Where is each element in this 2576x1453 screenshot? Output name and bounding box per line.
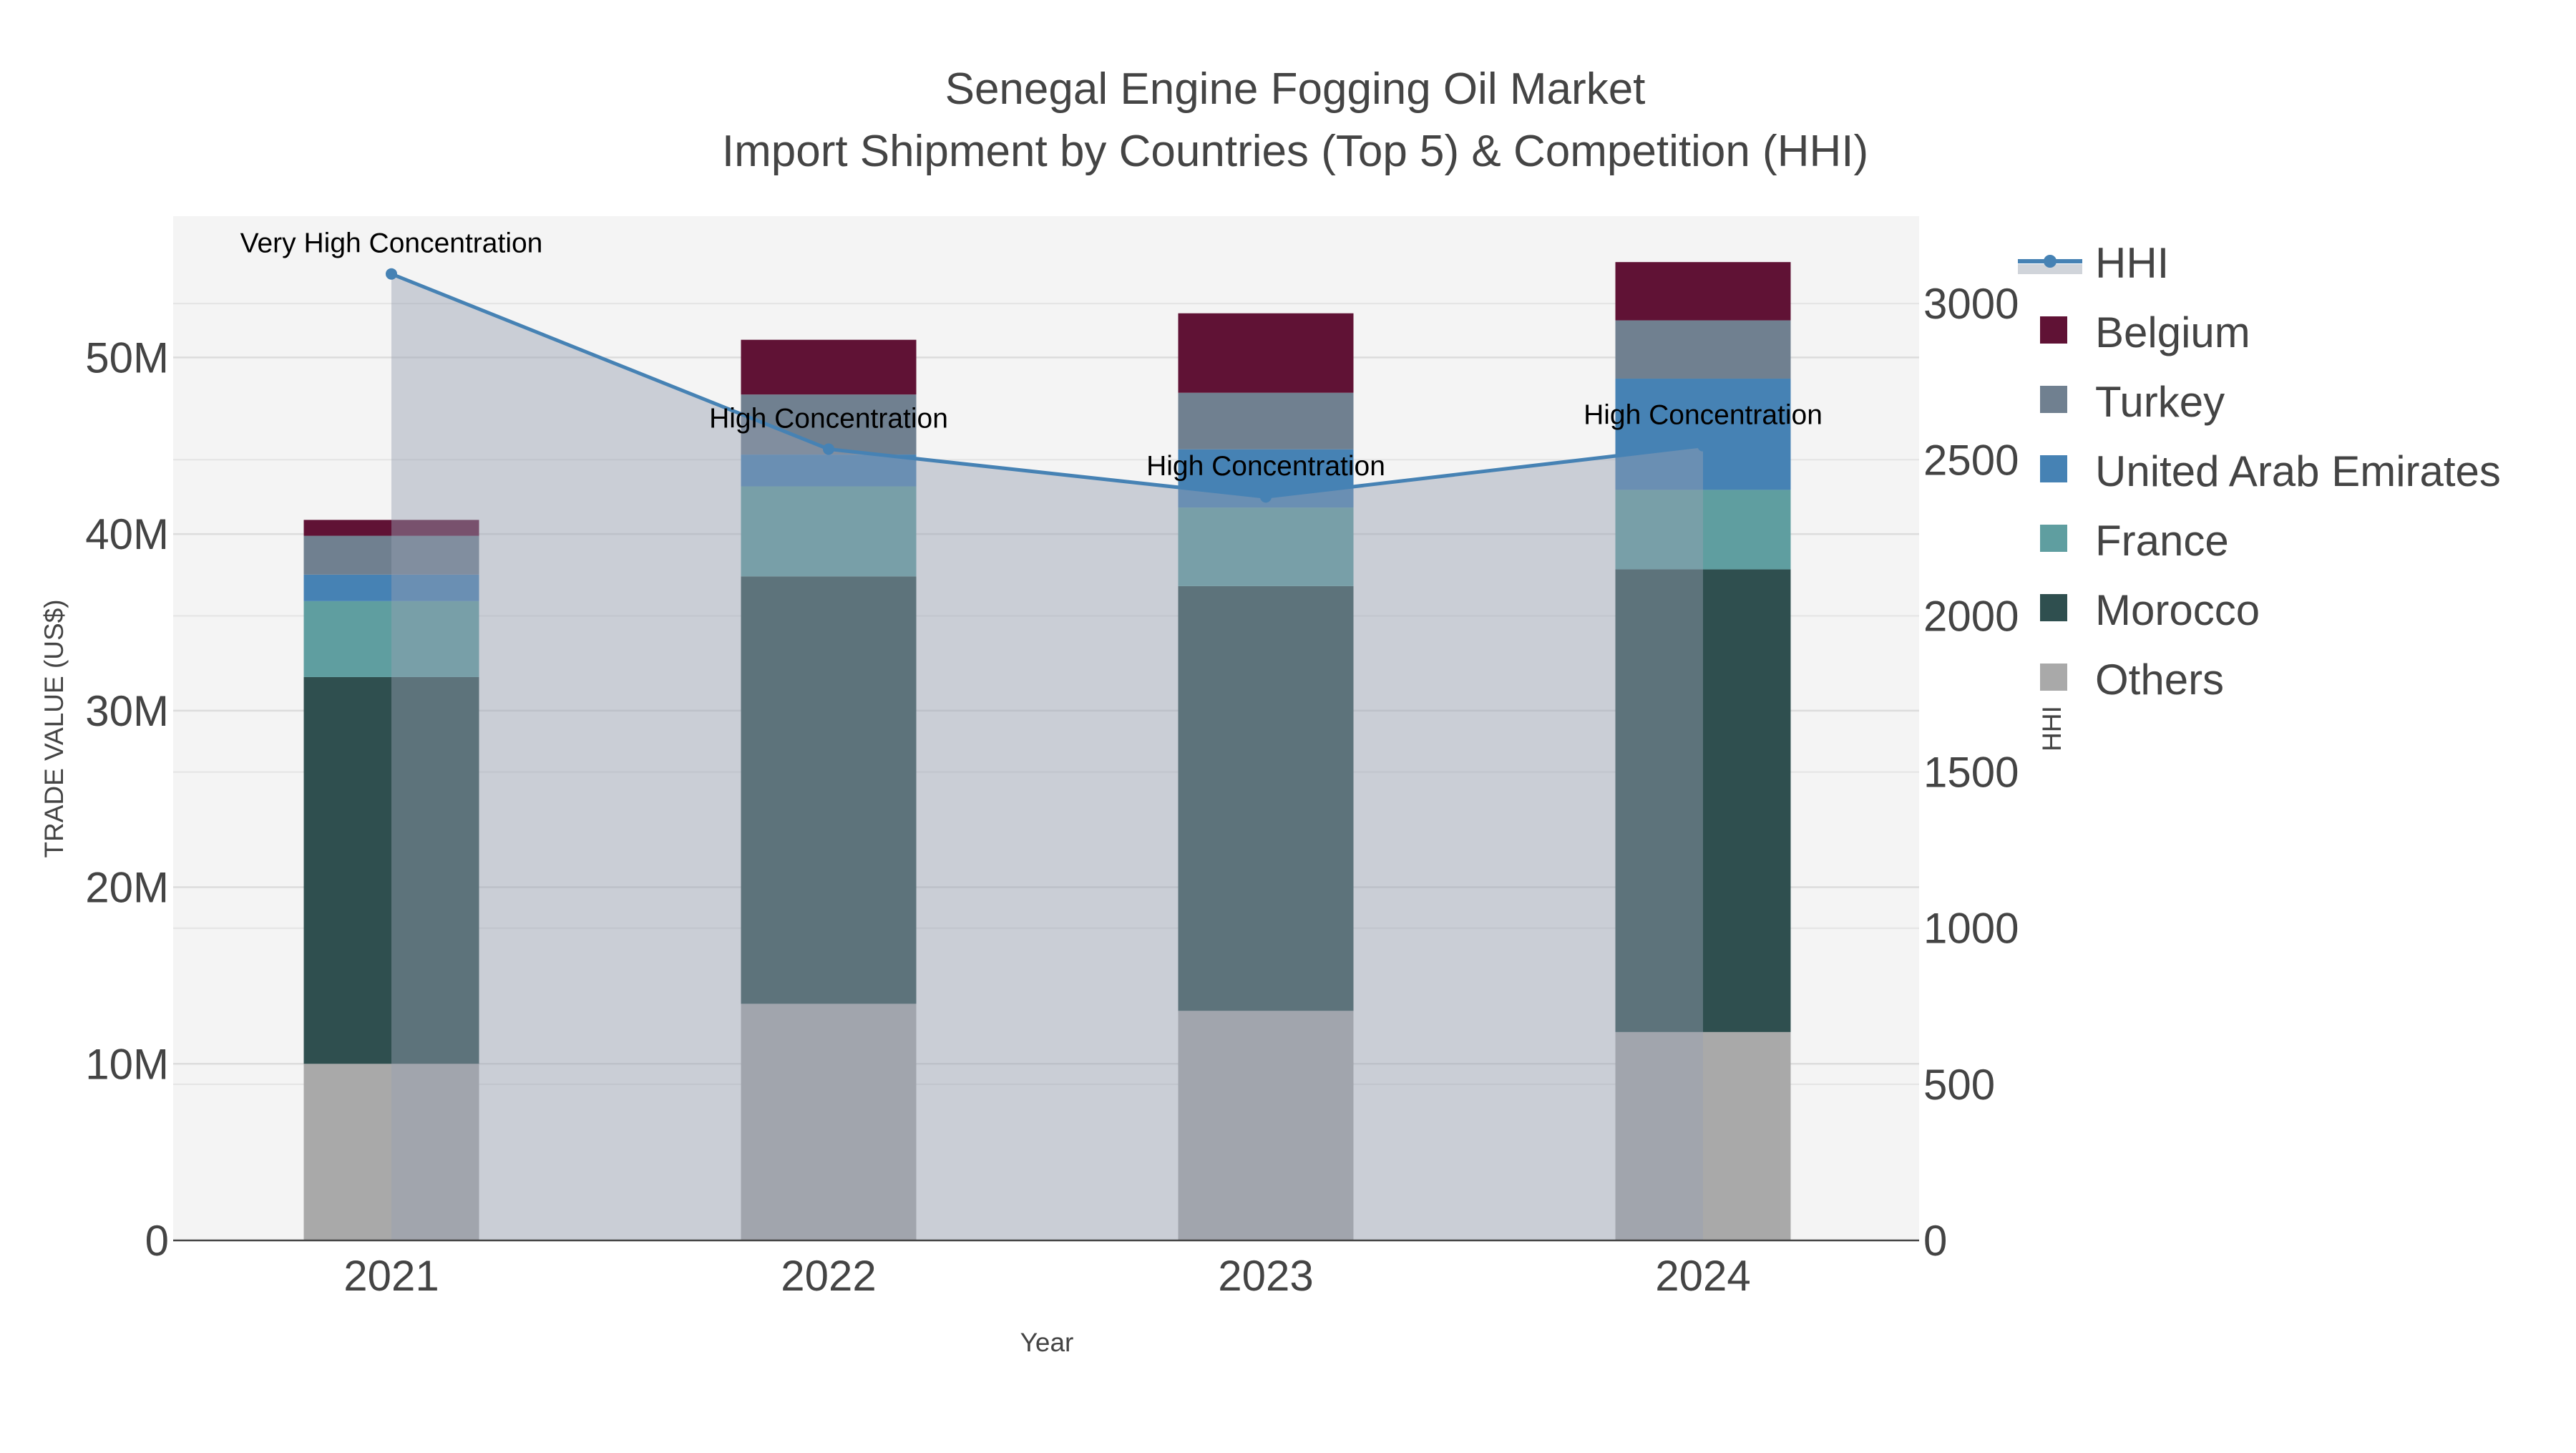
x-tick-label: 2023 [1218,1252,1313,1300]
legend-item-others[interactable]: Others [2095,656,2224,704]
bar-belgium-2022[interactable] [741,339,917,395]
hhi-point-2022[interactable] [823,443,834,455]
legend-item-united-arab-emirates[interactable]: United Arab Emirates [2095,447,2501,495]
y2-tick-label: 500 [1923,1061,1995,1109]
y2-tick-label: 1500 [1923,749,2019,797]
hhi-point-2023[interactable] [1260,491,1272,503]
hhi-annotation: High Concentration [1584,400,1823,431]
y2-tick-label: 1000 [1923,905,2019,953]
x-tick-label: 2022 [781,1252,876,1300]
legend-item-turkey[interactable]: Turkey [2095,378,2225,426]
hhi-point-2024[interactable] [1697,439,1709,452]
y2-tick-label: 3000 [1923,280,2019,328]
legend-swatch-france [2040,525,2067,552]
y-tick-label: 10M [85,1040,169,1088]
y-tick-label: 50M [85,334,169,382]
y-tick-label: 30M [85,687,169,735]
legend-item-france[interactable]: France [2095,517,2229,565]
legend-item-morocco[interactable]: Morocco [2095,586,2260,634]
x-tick-label: 2021 [343,1252,439,1300]
chart-title: Senegal Engine Fogging Oil Market [945,64,1646,114]
y2-tick-label: 0 [1923,1217,1947,1265]
legend-swatch-united-arab-emirates [2040,455,2067,482]
legend-item-hhi[interactable]: HHI [2095,239,2169,287]
bar-turkey-2023[interactable] [1178,392,1354,449]
y-tick-label: 20M [85,864,169,912]
legend-swatch-others [2040,664,2067,691]
bar-turkey-2024[interactable] [1615,320,1791,379]
chart-subtitle: Import Shipment by Countries (Top 5) & C… [722,127,1868,176]
hhi-annotation: Very High Concentration [240,228,543,259]
y-tick-label: 0 [145,1217,169,1265]
y2-tick-label: 2000 [1923,592,2019,640]
legend-swatch-morocco [2040,594,2067,621]
legend-swatch-turkey [2040,386,2067,413]
bar-belgium-2023[interactable] [1178,313,1354,393]
hhi-annotation: High Concentration [709,403,948,434]
x-tick-label: 2024 [1655,1252,1750,1300]
chart: Very High Concentration High Concentratio… [39,64,2501,1357]
bar-belgium-2024[interactable] [1615,262,1791,321]
y-tick-label: 40M [85,510,169,558]
x-axis-title: Year [1020,1328,1074,1357]
legend-swatch-belgium [2040,316,2067,344]
hhi-point-2021[interactable] [386,268,397,280]
legend-hhi-marker-icon [2044,255,2057,268]
legend-item-belgium[interactable]: Belgium [2095,308,2250,356]
y-axis-title: TRADE VALUE (US$) [39,599,69,857]
legend: HHI Belgium Turkey United Arab Emirates Fran… [2018,239,2501,704]
y2-tick-label: 2500 [1923,436,2019,484]
y2-axis-title: HHI [2037,706,2067,752]
hhi-annotation: High Concentration [1146,451,1385,482]
